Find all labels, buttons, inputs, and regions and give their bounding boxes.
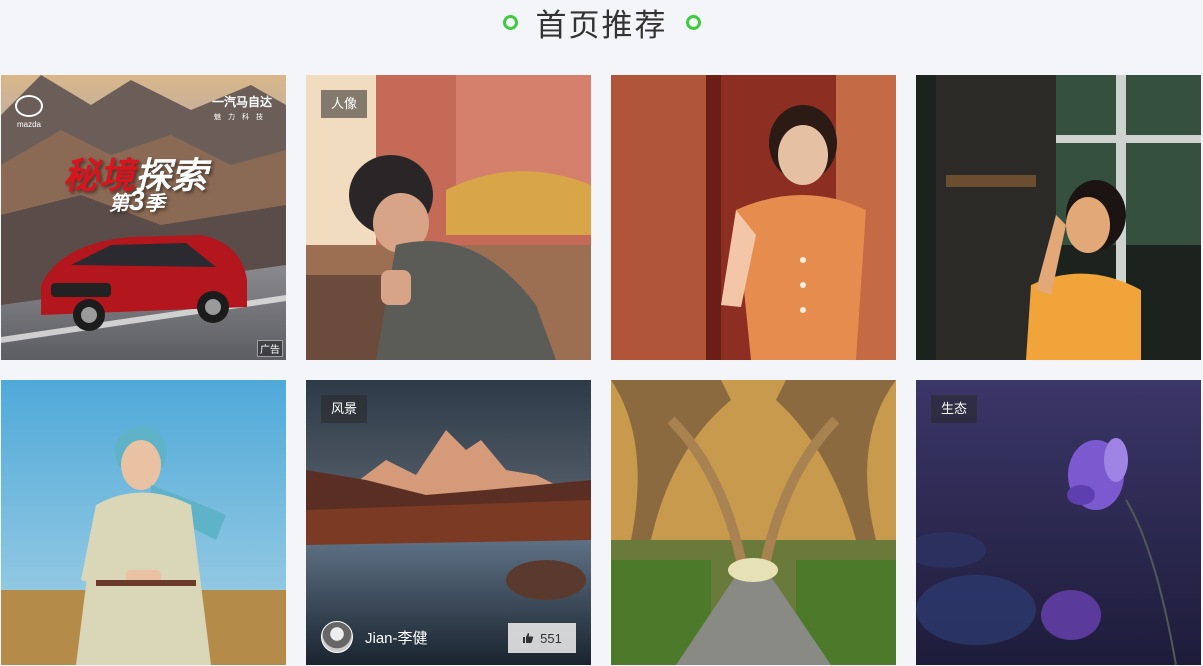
category-tag[interactable]: 人像 bbox=[321, 90, 368, 118]
ad-badge: 广告 bbox=[257, 340, 283, 357]
section-title: 首页推荐 bbox=[535, 7, 668, 44]
author-name[interactable]: Jian-李健 bbox=[365, 627, 428, 648]
brand-right-sub: 魅力科技 bbox=[213, 114, 270, 121]
ad-season-number: 3 bbox=[129, 185, 145, 216]
photo-tile-landscape[interactable]: 风景 Jian-李健 551 bbox=[306, 380, 591, 665]
like-count: 551 bbox=[540, 630, 562, 646]
portrait-2-image bbox=[611, 75, 896, 360]
ad-season: 第3季 bbox=[109, 185, 165, 217]
photo-tile-portrait-3[interactable] bbox=[916, 75, 1201, 360]
brand-right-title: 一汽马自达 bbox=[211, 95, 272, 109]
author-avatar[interactable] bbox=[321, 621, 353, 653]
left-dot-icon bbox=[502, 14, 518, 30]
photo-tile-portrait-2[interactable] bbox=[611, 75, 896, 360]
photo-tile-flower[interactable]: 生态 bbox=[916, 380, 1201, 665]
ad-tile[interactable]: mazda 一汽马自达 魅力科技 秘境探索 第3季 广告 bbox=[1, 75, 286, 360]
forest-image bbox=[611, 380, 896, 665]
portrait-4-image bbox=[1, 380, 286, 665]
ad-season-prefix: 第 bbox=[109, 193, 129, 215]
right-dot-icon bbox=[685, 14, 701, 30]
thumbs-up-icon bbox=[523, 633, 534, 643]
like-button[interactable]: 551 bbox=[508, 623, 576, 653]
author-info[interactable]: Jian-李健 bbox=[321, 621, 428, 653]
mazda-emblem-icon bbox=[15, 95, 43, 117]
mazda-logo: mazda bbox=[15, 95, 43, 129]
brand-right: 一汽马自达 魅力科技 bbox=[212, 93, 272, 122]
section-header: 首页推荐 bbox=[0, 0, 1203, 44]
portrait-3-image bbox=[916, 75, 1201, 360]
photo-tile-forest[interactable] bbox=[611, 380, 896, 665]
photo-tile-portrait-4[interactable] bbox=[1, 380, 286, 665]
photo-tile-portrait-1[interactable]: 人像 bbox=[306, 75, 591, 360]
category-tag[interactable]: 生态 bbox=[931, 395, 978, 423]
category-tag[interactable]: 风景 bbox=[321, 395, 368, 423]
brand-left-text: mazda bbox=[16, 120, 41, 129]
ad-season-suffix: 季 bbox=[144, 193, 165, 215]
